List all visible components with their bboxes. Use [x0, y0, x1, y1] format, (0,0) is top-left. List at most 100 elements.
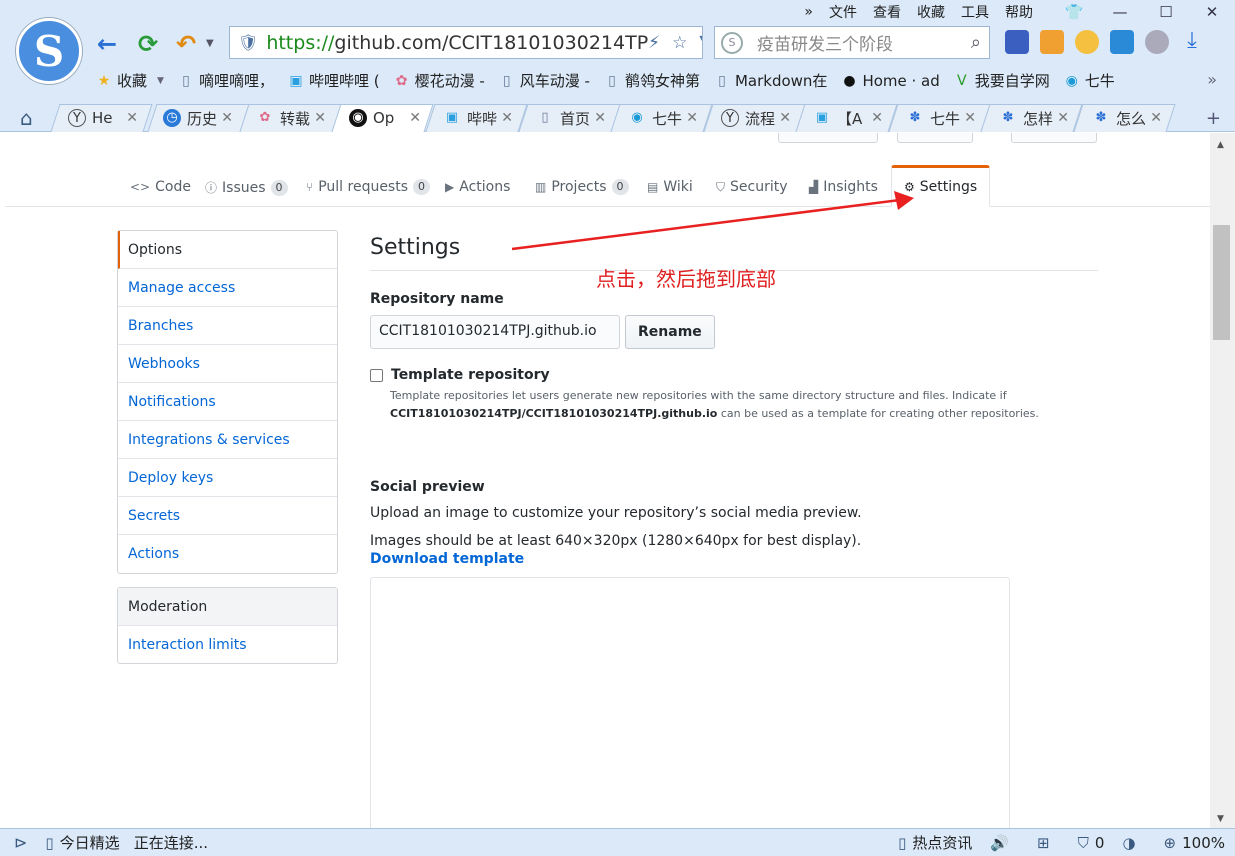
- tab[interactable]: ▯ 首页 ✕: [536, 104, 606, 132]
- favorite-item[interactable]: ★ 收藏 ▼: [96, 70, 164, 91]
- tab[interactable]: ✽ 怎么 ✕: [1092, 104, 1162, 132]
- address-dropdown-icon[interactable]: ▼: [699, 33, 702, 53]
- status-hot-news[interactable]: 热点资讯: [912, 832, 972, 853]
- sidebar-item-interaction-limits[interactable]: Interaction limits: [118, 626, 337, 663]
- sidebar-item-notifications[interactable]: Notifications: [118, 383, 337, 421]
- download-template-link[interactable]: Download template: [370, 551, 1098, 567]
- tab[interactable]: ▣ 【A ✕: [813, 104, 883, 132]
- tab[interactable]: ▣ 哔哔 ✕: [443, 104, 513, 132]
- refresh-icon[interactable]: ⟳: [138, 30, 158, 58]
- new-tab-button[interactable]: +: [1206, 108, 1221, 129]
- tab-active[interactable]: ◉ Op ✕: [349, 104, 421, 132]
- watch-button-fragment[interactable]: [778, 133, 878, 143]
- scroll-up-icon[interactable]: ▲: [1217, 140, 1224, 150]
- favorite-item[interactable]: ● Home · ad: [841, 72, 939, 90]
- tab-actions[interactable]: ▶ Actions: [445, 179, 510, 195]
- favorites-dropdown-icon[interactable]: ▼: [157, 76, 164, 86]
- address-bar[interactable]: 🛡 https://github.com/CCIT18101030214TP ⚡…: [229, 26, 703, 59]
- undo-dropdown-icon[interactable]: ▼: [206, 38, 214, 49]
- tab-close-icon[interactable]: ✕: [779, 110, 791, 126]
- tab[interactable]: Y He ✕: [68, 104, 138, 132]
- close-window-button[interactable]: ✕: [1197, 3, 1227, 21]
- zoom-icon[interactable]: ⊕: [1164, 834, 1177, 852]
- tab-wiki[interactable]: ▤ Wiki: [647, 179, 693, 195]
- vertical-scrollbar[interactable]: ▲ ▼: [1210, 133, 1235, 828]
- sidebar-item-branches[interactable]: Branches: [118, 307, 337, 345]
- night-mode-icon[interactable]: ◑: [1122, 834, 1135, 852]
- fork-button-fragment[interactable]: [1011, 133, 1097, 143]
- status-today[interactable]: 今日精选: [60, 832, 120, 853]
- sogou-browser-logo[interactable]: S: [16, 18, 82, 84]
- lightning-icon[interactable]: ⚡: [648, 33, 660, 53]
- favorite-item[interactable]: V 我要自学网: [954, 70, 1050, 91]
- sidebar-item-deploy-keys[interactable]: Deploy keys: [118, 459, 337, 497]
- sidebar-toggle-icon[interactable]: ⊳: [14, 833, 27, 852]
- menu-file[interactable]: 文件: [829, 2, 857, 22]
- favorite-item[interactable]: ▣ 哔哩哔哩 (: [288, 70, 379, 91]
- tab[interactable]: ◉ 七牛 ✕: [628, 104, 698, 132]
- download-icon[interactable]: ⤓: [1180, 30, 1204, 54]
- home-icon[interactable]: ⌂: [20, 106, 33, 130]
- undo-icon[interactable]: ↶: [176, 30, 196, 58]
- ext-hua-icon[interactable]: [1005, 30, 1029, 54]
- menu-favorites[interactable]: 收藏: [917, 2, 945, 22]
- sidebar-item-secrets[interactable]: Secrets: [118, 497, 337, 535]
- search-box[interactable]: S 疫苗研发三个阶段 ⌕: [714, 26, 990, 59]
- maximize-button[interactable]: ☐: [1151, 3, 1181, 21]
- search-engine-icon[interactable]: S: [721, 31, 743, 54]
- sidebar-item-options[interactable]: Options: [118, 231, 337, 269]
- menu-help[interactable]: 帮助: [1005, 2, 1033, 22]
- volume-icon[interactable]: 🔊: [990, 834, 1009, 852]
- menu-expand-icon[interactable]: »: [804, 4, 813, 20]
- tab-projects[interactable]: ▥ Projects 0: [535, 179, 629, 195]
- tab-pull-requests[interactable]: ⑂ Pull requests 0: [306, 179, 431, 195]
- tab-close-icon[interactable]: ✕: [314, 110, 326, 126]
- tab-insights[interactable]: ▟ Insights: [809, 179, 878, 195]
- star-button-fragment[interactable]: [897, 133, 973, 143]
- bookmark-star-icon[interactable]: ☆: [672, 33, 687, 53]
- tab-close-icon[interactable]: ✕: [1057, 110, 1069, 126]
- tab-close-icon[interactable]: ✕: [1150, 110, 1162, 126]
- favorites-more-icon[interactable]: »: [1207, 70, 1217, 89]
- scroll-down-icon[interactable]: ▼: [1217, 814, 1224, 824]
- ext-qq-icon[interactable]: [1110, 30, 1134, 54]
- tab-issues[interactable]: ⓘ Issues 0: [205, 179, 288, 196]
- template-checkbox[interactable]: [370, 368, 383, 382]
- favorite-item[interactable]: ▯ Markdown在: [714, 70, 827, 91]
- ext-key-icon[interactable]: [1075, 30, 1099, 54]
- back-icon[interactable]: ←: [97, 30, 117, 58]
- sidebar-item-integrations[interactable]: Integrations & services: [118, 421, 337, 459]
- tab-close-icon[interactable]: ✕: [871, 110, 883, 126]
- social-preview-image-box[interactable]: [370, 577, 1010, 828]
- tab-close-icon[interactable]: ✕: [686, 110, 698, 126]
- tab-code[interactable]: <> Code: [130, 179, 191, 195]
- tab-security[interactable]: ⛉ Security: [716, 179, 788, 195]
- ext-tab-icon[interactable]: [1040, 30, 1064, 54]
- favorite-item[interactable]: ▯ 嘀哩嘀哩，: [178, 70, 274, 91]
- tab[interactable]: ✽ 怎样 ✕: [999, 104, 1069, 132]
- favorite-item[interactable]: ▯ 风车动漫 -: [499, 70, 590, 91]
- tab-close-icon[interactable]: ✕: [501, 110, 513, 126]
- ad-block-shield-icon[interactable]: ⛉: [1078, 834, 1089, 852]
- tab-close-icon[interactable]: ✕: [594, 110, 606, 126]
- minimize-button[interactable]: —: [1105, 3, 1135, 21]
- favorite-item[interactable]: ▯ 鹡鸰女神第: [604, 70, 700, 91]
- tab-close-icon[interactable]: ✕: [964, 110, 976, 126]
- template-repository-checkbox-row[interactable]: Template repository: [370, 367, 1098, 383]
- menu-tools[interactable]: 工具: [961, 2, 989, 22]
- sidebar-item-webhooks[interactable]: Webhooks: [118, 345, 337, 383]
- tab[interactable]: ✽ 七牛 ✕: [906, 104, 976, 132]
- addon-icon[interactable]: ⊞: [1037, 834, 1050, 852]
- tab[interactable]: Y 流程 ✕: [721, 104, 791, 132]
- search-icon[interactable]: ⌕: [971, 32, 981, 53]
- favorite-item[interactable]: ◉ 七牛: [1064, 70, 1115, 91]
- tab[interactable]: ◷ 历史 ✕: [163, 104, 233, 132]
- repo-name-input[interactable]: CCIT18101030214TPJ.github.io: [370, 315, 620, 349]
- tab-close-icon[interactable]: ✕: [409, 110, 421, 126]
- tab[interactable]: ✿ 转载 ✕: [256, 104, 326, 132]
- zoom-level[interactable]: 100%: [1182, 834, 1225, 852]
- skin-icon[interactable]: 👕: [1059, 3, 1089, 21]
- ext-more-icon[interactable]: [1145, 30, 1169, 54]
- sidebar-item-manage-access[interactable]: Manage access: [118, 269, 337, 307]
- sidebar-item-actions[interactable]: Actions: [118, 535, 337, 573]
